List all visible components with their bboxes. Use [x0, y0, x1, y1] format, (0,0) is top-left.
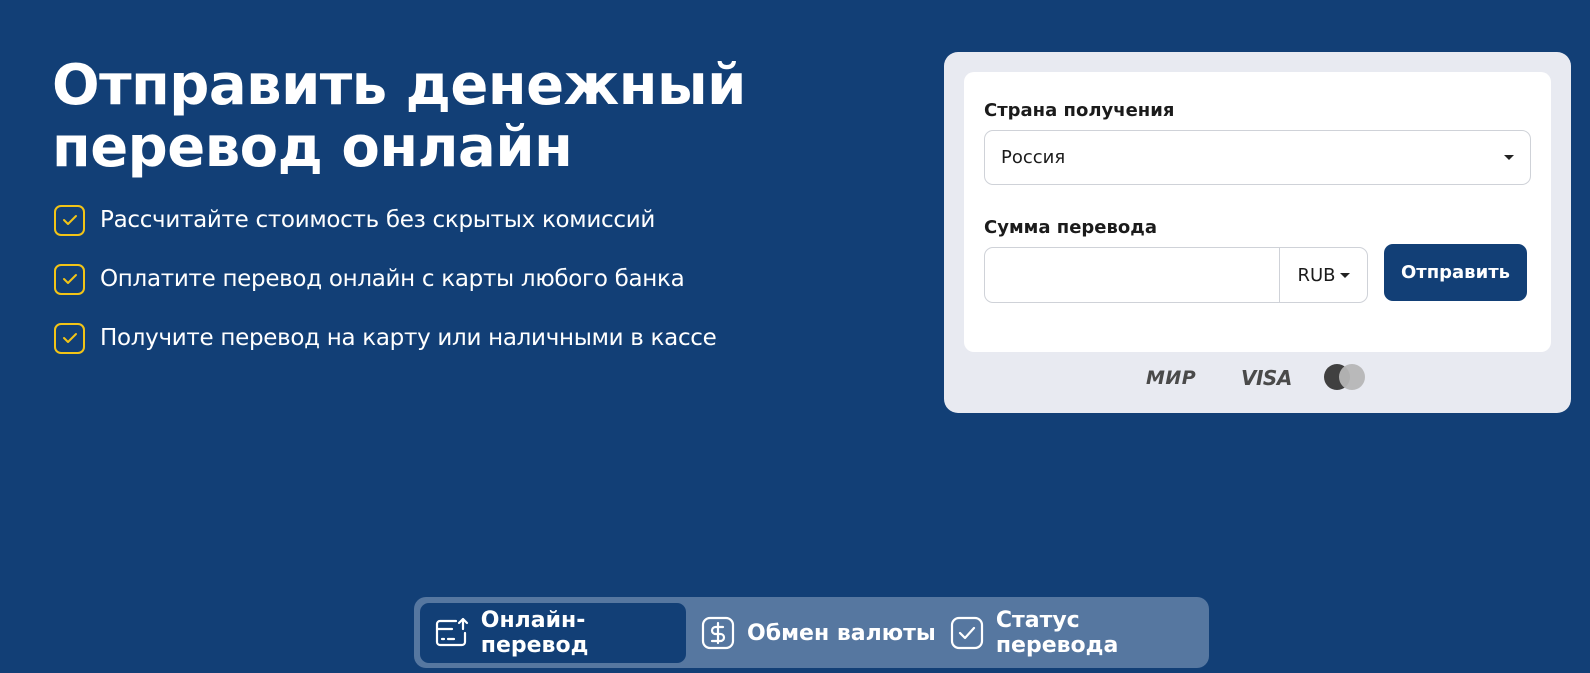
dollar-exchange-icon — [699, 614, 737, 652]
visa-logo: VISA — [1241, 366, 1292, 390]
currency-value: RUB — [1297, 264, 1336, 286]
title-line-2: перевод онлайн — [52, 115, 573, 180]
transfer-form-card: Страна получения Россия Сумма перевода R… — [944, 52, 1571, 413]
mastercard-logo — [1324, 364, 1366, 390]
caret-down-icon — [1339, 272, 1350, 278]
payment-logos: МИР VISA — [944, 364, 1571, 390]
tab-label: Статус перевода — [995, 608, 1119, 658]
benefit-item: Получите перевод на карту или наличными … — [54, 320, 717, 356]
country-select[interactable]: Россия — [984, 130, 1531, 185]
amount-label: Сумма перевода — [984, 217, 1157, 238]
services-tabbar: Онлайн-перевод Обмен валюты Статус перев… — [414, 597, 1209, 668]
page-title: Отправить денежный перевод онлайн — [52, 55, 872, 179]
send-button[interactable]: Отправить — [1384, 244, 1527, 301]
benefit-item: Оплатите перевод онлайн с карты любого б… — [54, 261, 716, 297]
online-transfer-icon — [434, 614, 471, 652]
title-line-1: Отправить денежный — [52, 53, 746, 118]
tab-currency-exchange[interactable]: Обмен валюты — [699, 603, 936, 663]
checkbox-check-icon — [54, 322, 85, 354]
benefit-text: Рассчитайте стоимость без скрытых комисс… — [100, 207, 655, 233]
country-label: Страна получения — [984, 100, 1175, 121]
benefit-text: Оплатите перевод онлайн с карты любого б… — [100, 266, 685, 292]
currency-select[interactable]: RUB — [1279, 248, 1367, 302]
benefit-item: Рассчитайте стоимость без скрытых комисс… — [54, 202, 716, 238]
tab-transfer-status[interactable]: Статус перевода — [948, 603, 1209, 663]
amount-input[interactable] — [985, 248, 1279, 302]
country-select-value: Россия — [1001, 147, 1066, 168]
mastercard-circle-right — [1339, 364, 1365, 390]
benefit-text: Получите перевод на карту или наличными … — [100, 325, 717, 351]
checkbox-check-icon — [54, 204, 85, 236]
tab-online-transfer[interactable]: Онлайн-перевод — [420, 603, 686, 663]
tab-label: Обмен валюты — [747, 620, 936, 646]
tab-label: Онлайн-перевод — [480, 608, 589, 658]
mir-logo: МИР — [1146, 367, 1197, 389]
checkbox-check-icon — [54, 263, 85, 295]
caret-down-icon — [1504, 155, 1514, 160]
benefits-list: Рассчитайте стоимость без скрытых комисс… — [54, 202, 717, 379]
amount-input-group: RUB — [984, 247, 1368, 303]
check-status-icon — [948, 614, 986, 652]
transfer-form: Страна получения Россия Сумма перевода R… — [964, 72, 1551, 352]
